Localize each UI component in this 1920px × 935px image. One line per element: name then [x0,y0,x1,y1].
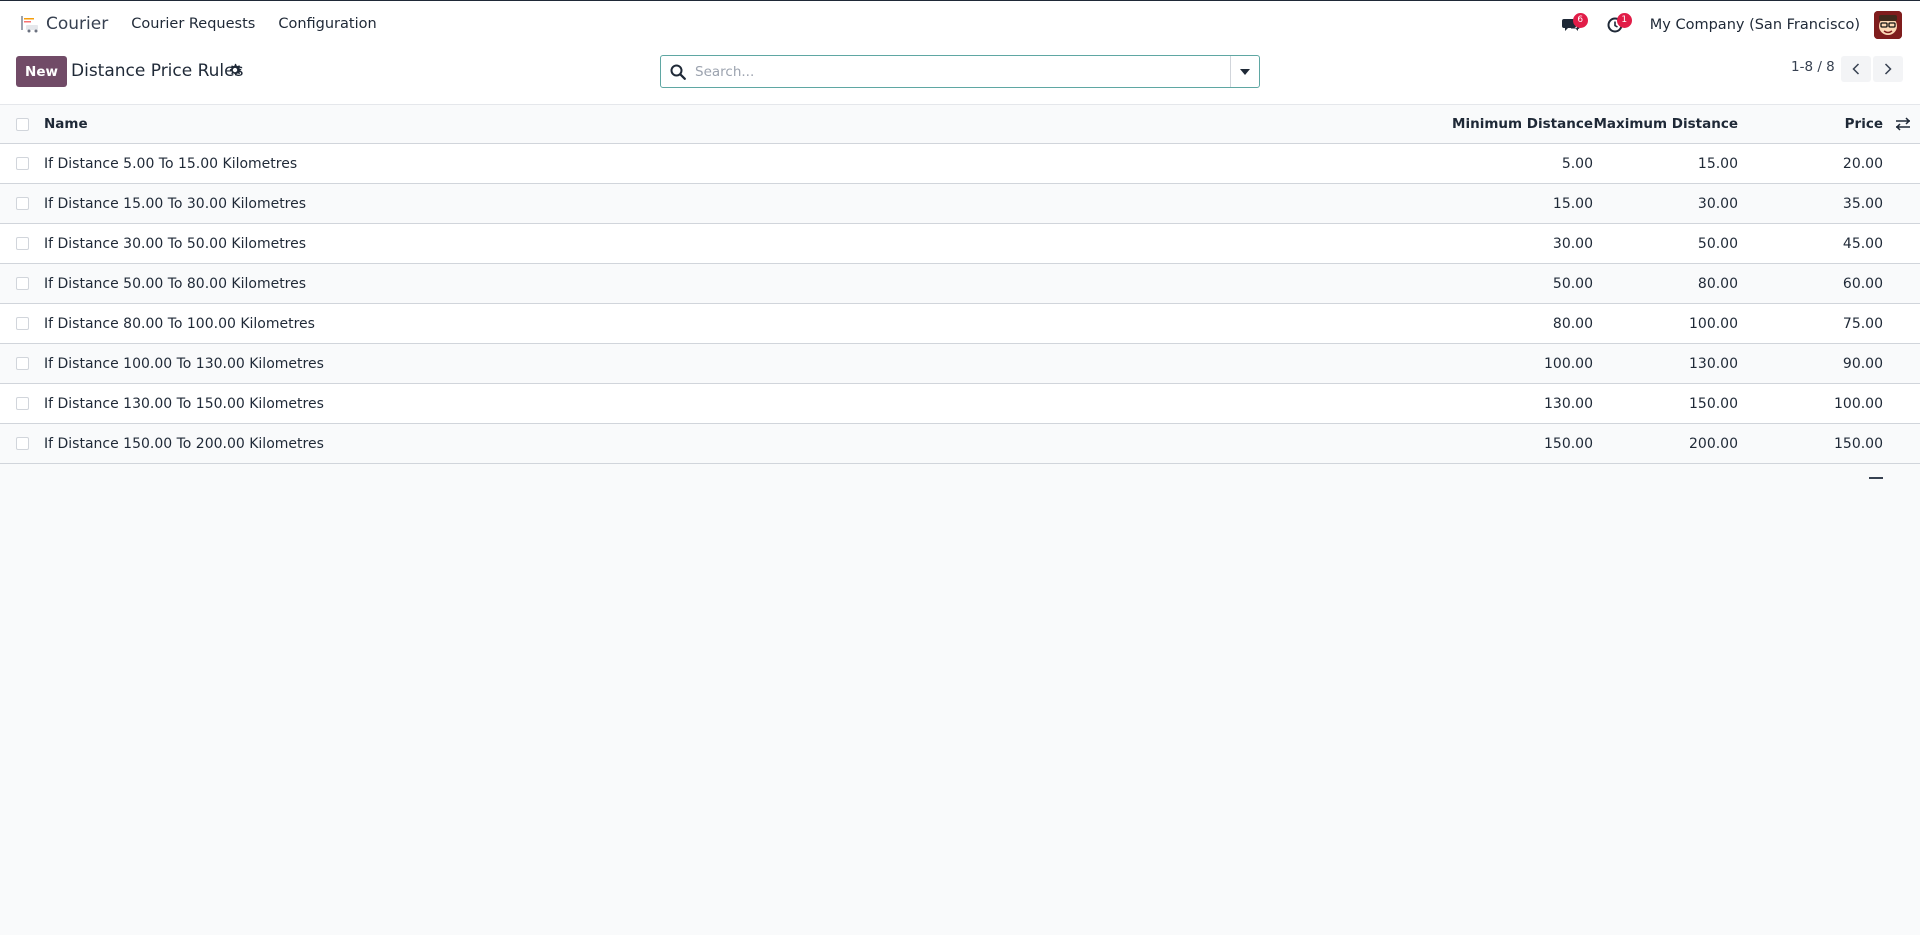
messages-button[interactable]: 6 [1556,10,1588,40]
avatar-icon [1874,10,1902,39]
table-row[interactable]: If Distance 100.00 To 130.00 Kilometres … [0,344,1920,384]
cell-price: 20.00 [1842,155,1883,172]
cell-minimum-distance: 130.00 [1544,395,1593,412]
cell-price: 75.00 [1842,315,1883,332]
table-row[interactable]: If Distance 80.00 To 100.00 Kilometres 8… [0,304,1920,344]
row-checkbox[interactable] [16,277,29,290]
app-brand[interactable]: Courier [20,14,108,34]
search-icon [670,64,686,80]
cell-minimum-distance: 80.00 [1552,315,1593,332]
row-checkbox[interactable] [16,357,29,370]
menu-courier-requests[interactable]: Courier Requests [131,16,255,32]
cell-price: 60.00 [1842,275,1883,292]
column-header-name[interactable]: Name [44,105,88,143]
cell-minimum-distance: 15.00 [1552,195,1593,212]
row-checkbox[interactable] [16,157,29,170]
cell-name: If Distance 15.00 To 30.00 Kilometres [44,195,307,212]
cell-name: If Distance 80.00 To 100.00 Kilometres [44,315,315,332]
caret-down-icon [1240,68,1250,75]
cell-price: 90.00 [1842,355,1883,372]
row-checkbox[interactable] [16,437,29,450]
cell-maximum-distance: 50.00 [1697,235,1738,252]
cell-minimum-distance: 150.00 [1544,435,1593,452]
cell-maximum-distance: 200.00 [1689,435,1738,452]
cell-name: If Distance 130.00 To 150.00 Kilometres [44,395,324,412]
table-header: Name Minimum Distance Maximum Distance P… [0,105,1920,144]
cell-name: If Distance 100.00 To 130.00 Kilometres [44,355,324,372]
systray: 6 1 My Company (San Francisco) [1556,1,1920,48]
activities-button[interactable]: 1 [1600,10,1632,40]
cell-minimum-distance: 50.00 [1552,275,1593,292]
messages-count-badge: 6 [1572,12,1588,28]
cell-minimum-distance: 5.00 [1561,155,1593,172]
list-table: Name Minimum Distance Maximum Distance P… [0,105,1920,500]
column-header-minimum-distance[interactable]: Minimum Distance [1452,105,1593,143]
pager-value[interactable]: 1-8 / 8 [1791,59,1835,75]
courier-app-icon [21,16,38,33]
table-row[interactable]: If Distance 130.00 To 150.00 Kilometres … [0,384,1920,424]
pager-next-button[interactable] [1873,56,1903,82]
cell-maximum-distance: 15.00 [1697,155,1738,172]
optional-columns-icon[interactable] [1895,116,1911,132]
row-checkbox[interactable] [16,197,29,210]
control-panel: New Distance Price Rules 1-8 / 8 [0,47,1920,105]
cell-price: 100.00 [1834,395,1883,412]
cell-name: If Distance 50.00 To 80.00 Kilometres [44,275,307,292]
top-navbar: Courier Courier Requests Configuration 6… [0,0,1920,47]
cell-minimum-distance: 100.00 [1544,355,1593,372]
activities-count-badge: 1 [1616,12,1632,28]
table-row[interactable]: If Distance 15.00 To 30.00 Kilometres 15… [0,184,1920,224]
cell-maximum-distance: 130.00 [1689,355,1738,372]
cell-price: 35.00 [1842,195,1883,212]
cell-name: If Distance 30.00 To 50.00 Kilometres [44,235,307,252]
chevron-left-icon [1852,63,1860,75]
column-header-price[interactable]: Price [1845,105,1883,143]
gear-icon[interactable] [228,63,242,77]
pager-previous-button[interactable] [1841,56,1871,82]
cell-maximum-distance: 30.00 [1697,195,1738,212]
cell-maximum-distance: 100.00 [1689,315,1738,332]
price-total-dash [1869,477,1883,479]
row-checkbox[interactable] [16,397,29,410]
row-checkbox[interactable] [16,317,29,330]
table-row[interactable]: If Distance 30.00 To 50.00 Kilometres 30… [0,224,1920,264]
menu-configuration[interactable]: Configuration [278,16,376,32]
company-switcher[interactable]: My Company (San Francisco) [1650,17,1860,33]
new-button[interactable]: New [16,56,67,87]
chevron-right-icon [1884,63,1892,75]
cell-price: 150.00 [1834,435,1883,452]
cell-name: If Distance 5.00 To 15.00 Kilometres [44,155,298,172]
search-bar [660,55,1260,88]
cell-maximum-distance: 80.00 [1697,275,1738,292]
row-checkbox[interactable] [16,237,29,250]
cell-price: 45.00 [1842,235,1883,252]
column-header-maximum-distance[interactable]: Maximum Distance [1593,105,1738,143]
cell-maximum-distance: 150.00 [1689,395,1738,412]
cell-minimum-distance: 30.00 [1552,235,1593,252]
table-row[interactable]: If Distance 50.00 To 80.00 Kilometres 50… [0,264,1920,304]
table-row[interactable]: If Distance 5.00 To 15.00 Kilometres 5.0… [0,144,1920,184]
table-footer [0,464,1920,500]
page-title: Distance Price Rules [71,61,244,81]
user-avatar[interactable] [1874,10,1902,39]
cell-name: If Distance 150.00 To 200.00 Kilometres [44,435,324,452]
table-row[interactable]: If Distance 150.00 To 200.00 Kilometres … [0,424,1920,464]
select-all-checkbox[interactable] [16,118,29,131]
search-options-toggle[interactable] [1230,56,1259,87]
app-name: Courier [46,14,109,34]
search-input[interactable] [695,56,1230,87]
